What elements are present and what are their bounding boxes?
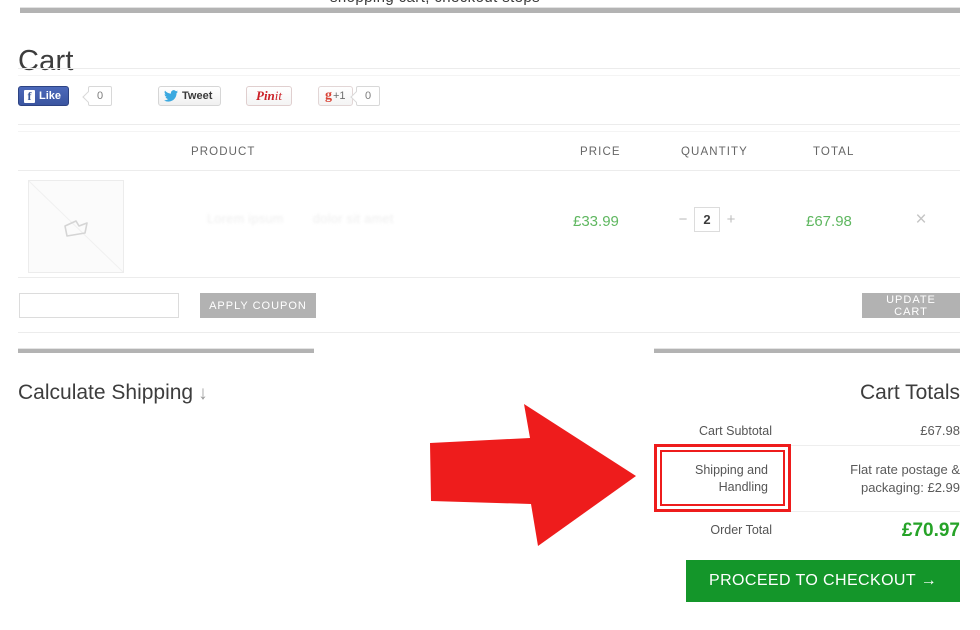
divider-under-product-row: [18, 277, 960, 278]
divider-under-title-2: [18, 75, 960, 76]
product-thumbnail[interactable]: [28, 180, 124, 273]
calculate-shipping-rule: [18, 348, 314, 353]
clipped-top-text-label: shopping cart, checkout steps: [330, 0, 540, 6]
product-price: £33.99: [573, 213, 619, 230]
subtotal-value: £67.98: [920, 423, 960, 438]
twitter-bird-icon: [164, 90, 178, 102]
facebook-icon: f: [24, 89, 35, 103]
pinterest-icon: Pinit: [256, 88, 283, 103]
calculate-shipping-label: Calculate Shipping: [18, 381, 194, 405]
cart-totals-rule: [654, 348, 960, 353]
totals-row-subtotal: Cart Subtotal £67.98: [654, 417, 960, 445]
shipping-handling-label: Shipping and Handling: [695, 462, 768, 494]
proceed-to-checkout-button[interactable]: PROCEED TO CHECKOUT →: [686, 560, 960, 602]
page-title: Cart: [18, 45, 74, 78]
apply-coupon-button[interactable]: APPLY COUPON: [200, 293, 316, 318]
google-plus-icon: g: [325, 88, 332, 103]
quantity-input[interactable]: 2: [694, 207, 720, 232]
product-name-part1[interactable]: Lorem ipsum: [207, 212, 284, 226]
facebook-like-label: Like: [39, 90, 62, 102]
divider-under-title: [18, 68, 960, 69]
product-name-part2[interactable]: dolor sit amet: [313, 212, 394, 226]
google-plus-label: +1: [333, 90, 346, 102]
divider-under-social-2: [18, 131, 960, 132]
clipped-top-text: shopping cart, checkout steps: [0, 0, 980, 7]
order-total-label: Order Total: [710, 523, 772, 537]
shipping-handling-value: Flat rate postage & packaging: £2.99: [850, 461, 960, 495]
coupon-code-input[interactable]: [19, 293, 179, 318]
quantity-increase-button[interactable]: +: [726, 212, 736, 227]
quantity-decrease-button[interactable]: −: [678, 212, 688, 227]
divider-under-coupon-row: [18, 332, 960, 333]
subtotal-label: Cart Subtotal: [699, 423, 772, 438]
calculate-shipping-heading[interactable]: Calculate Shipping ↓: [18, 381, 208, 405]
column-header-product: PRODUCT: [191, 146, 256, 158]
google-plus-count: 0: [356, 86, 380, 106]
totals-row-order-total: Order Total £70.97: [654, 513, 960, 548]
twitter-tweet-label: Tweet: [182, 90, 213, 102]
right-arrow-annotation: [430, 404, 636, 546]
divider-under-table-head: [18, 170, 960, 171]
divider-under-social: [18, 124, 960, 125]
facebook-like-button[interactable]: f Like: [18, 86, 70, 106]
column-header-quantity: QUANTITY: [681, 146, 748, 158]
product-line-total: £67.98: [806, 213, 852, 230]
column-header-price: PRICE: [580, 146, 621, 158]
twitter-tweet-button[interactable]: Tweet: [158, 86, 222, 106]
google-plus-button[interactable]: g +1: [318, 86, 353, 106]
totals-row-shipping: Shipping and Handling Flat rate postage …: [654, 446, 960, 512]
facebook-like-count: 0: [88, 86, 112, 106]
chevron-down-icon[interactable]: ↓: [198, 383, 208, 404]
column-header-total: TOTAL: [813, 146, 855, 158]
top-section-rule: [20, 7, 960, 13]
cart-totals-heading: Cart Totals: [860, 381, 960, 405]
remove-item-icon[interactable]: ×: [912, 210, 930, 229]
quantity-stepper[interactable]: − 2 +: [678, 207, 736, 232]
placeholder-image-icon: [64, 220, 88, 237]
order-total-value: £70.97: [901, 519, 960, 541]
pinterest-pin-button[interactable]: Pinit: [246, 86, 293, 106]
update-cart-button[interactable]: UPDATE CART: [862, 293, 960, 318]
